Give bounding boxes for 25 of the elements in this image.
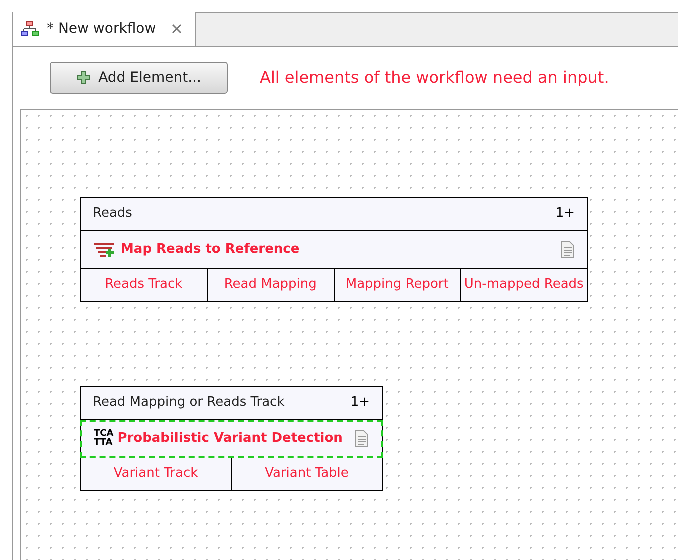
validation-message: All elements of the workflow need an input. — [260, 67, 610, 89]
output-port[interactable]: Read Mapping — [206, 269, 334, 301]
node-title-row[interactable]: Map Reads to Reference — [81, 231, 587, 269]
hierarchy-icon — [21, 21, 39, 37]
workflow-tab[interactable]: * New workflow — [13, 12, 196, 46]
add-element-button[interactable]: Add Element... — [50, 62, 228, 94]
tab-label: * New workflow — [47, 20, 156, 38]
close-icon[interactable] — [172, 24, 182, 34]
output-port[interactable]: Reads Track — [81, 269, 207, 301]
node-title: Probabilistic Variant Detection — [118, 430, 343, 448]
document-icon[interactable] — [561, 240, 575, 258]
plus-icon — [76, 71, 91, 85]
output-port[interactable]: Variant Table — [231, 458, 382, 490]
output-port[interactable]: Variant Track — [81, 458, 231, 490]
workflow-node[interactable]: Reads 1+ Map Reads to Reference Reads Track Read Mapping Mapping Report Un-mapped Reads — [80, 197, 588, 302]
node-title: Map Reads to Reference — [121, 240, 300, 259]
multiplicity-label: 1+ — [350, 394, 370, 412]
document-icon[interactable] — [355, 430, 369, 448]
multiplicity-label: 1+ — [556, 205, 575, 224]
sequence-logo-icon: TCA TTA — [94, 430, 114, 448]
filter-lines-plus-icon — [93, 242, 117, 258]
input-label: Reads — [93, 205, 132, 224]
output-port[interactable]: Mapping Report — [334, 269, 460, 301]
output-port[interactable]: Un-mapped Reads — [460, 269, 587, 301]
input-label: Read Mapping or Reads Track — [93, 394, 285, 412]
